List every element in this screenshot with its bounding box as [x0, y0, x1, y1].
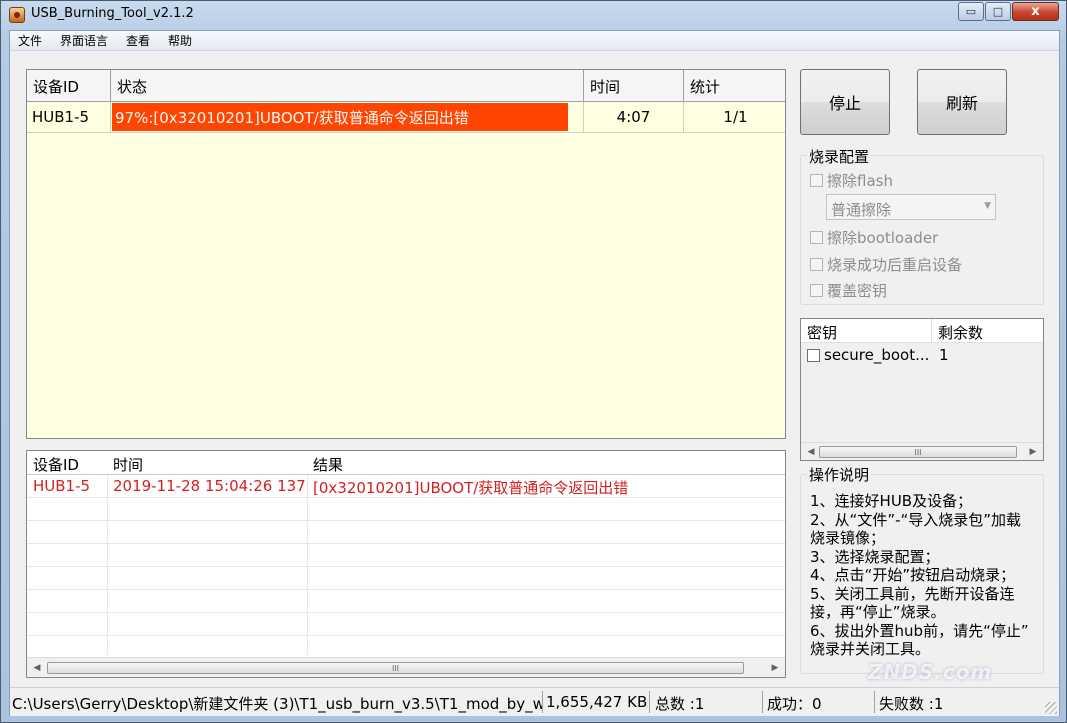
- instruction-line: 接，再“停止”烧录。: [810, 603, 946, 621]
- maximize-button[interactable]: □: [985, 2, 1011, 21]
- title-bar[interactable]: USB_Burning_Tool_v2.1.2 ▭ □ x: [1, 1, 1066, 30]
- keys-horizontal-scrollbar[interactable]: ◀ III ▶: [801, 442, 1043, 460]
- window-title: USB_Burning_Tool_v2.1.2: [31, 6, 194, 21]
- device-row[interactable]: HUB1-5 97%:[0x32010201]UBOOT/获取普通命令返回出错 …: [27, 102, 785, 133]
- erase-mode-select[interactable]: 普通擦除 ▼: [826, 194, 996, 220]
- package-size: 1,655,427 KB: [546, 691, 650, 713]
- log-row-empty: [27, 567, 785, 590]
- menu-view[interactable]: 查看: [124, 32, 152, 49]
- grid-header: 设备ID 状态 时间 统计: [27, 70, 785, 102]
- menu-language[interactable]: 界面语言: [58, 32, 110, 49]
- header-stats[interactable]: 统计: [684, 70, 787, 101]
- client-area: 文件 界面语言 查看 帮助 设备ID 状态 时间 统计 HUB1-5 97%:[…: [9, 30, 1060, 716]
- time-cell: 4:07: [584, 102, 684, 132]
- erase-bootloader-label: 擦除bootloader: [827, 229, 939, 247]
- status-bar: C:\Users\Gerry\Desktop\新建文件夹 (3)\T1_usb_…: [10, 687, 1059, 716]
- log-horizontal-scrollbar[interactable]: ◀ III ▶: [27, 657, 785, 677]
- stats-cell: 1/1: [723, 108, 748, 126]
- close-button[interactable]: x: [1012, 2, 1059, 21]
- erase-flash-label: 擦除flash: [827, 172, 893, 190]
- erase-bootloader-option[interactable]: 擦除bootloader: [810, 227, 938, 248]
- scroll-thumb[interactable]: III: [47, 662, 744, 674]
- status-cell: 97%:[0x32010201]UBOOT/获取普通命令返回出错: [111, 102, 584, 132]
- overwrite-key-checkbox[interactable]: [810, 284, 823, 297]
- log-row-empty: [27, 636, 785, 659]
- log-device-id: HUB1-5: [33, 477, 91, 495]
- overwrite-key-label: 覆盖密钥: [827, 282, 888, 300]
- scroll-thumb[interactable]: III: [819, 446, 1017, 458]
- log-header-time[interactable]: 时间: [113, 454, 143, 475]
- log-row-empty: [27, 498, 785, 521]
- erase-bootloader-checkbox[interactable]: [810, 231, 823, 244]
- log-time: 2019-11-28 15:04:26 137: [113, 477, 306, 495]
- status-progress-fill: 97%:[0x32010201]UBOOT/获取普通命令返回出错: [112, 103, 568, 131]
- stop-button[interactable]: 停止: [800, 69, 890, 135]
- column-divider: [931, 319, 932, 343]
- fail-count: 失败数 :1: [879, 695, 944, 713]
- reboot-after-checkbox[interactable]: [810, 258, 823, 271]
- app-window: USB_Burning_Tool_v2.1.2 ▭ □ x 文件 界面语言 查看…: [0, 0, 1067, 723]
- log-row-empty: [27, 544, 785, 567]
- refresh-button[interactable]: 刷新: [917, 69, 1007, 135]
- header-device-id[interactable]: 设备ID: [27, 70, 111, 101]
- app-icon: [9, 7, 25, 23]
- chevron-down-icon: ▼: [984, 201, 991, 211]
- scroll-right-icon[interactable]: ▶: [767, 660, 783, 676]
- scroll-right-icon[interactable]: ▶: [1025, 444, 1041, 460]
- log-header-result[interactable]: 结果: [313, 454, 343, 475]
- instruction-line: 1、连接好HUB及设备；: [810, 492, 973, 510]
- scroll-left-icon[interactable]: ◀: [803, 444, 819, 460]
- reboot-after-label: 烧录成功后重启设备: [827, 256, 963, 274]
- device-id-cell: HUB1-5: [27, 102, 111, 132]
- key-checkbox[interactable]: [807, 349, 820, 362]
- menu-bar: 文件 界面语言 查看 帮助: [10, 31, 1059, 51]
- instruction-line: 烧录并关闭工具。: [810, 640, 931, 658]
- key-remaining: 1: [939, 346, 949, 364]
- key-name: secure_boot...: [824, 346, 930, 364]
- menu-help[interactable]: 帮助: [166, 32, 194, 49]
- keys-header: 密钥 剩余数: [801, 319, 1043, 343]
- erase-flash-option[interactable]: 擦除flash: [810, 170, 893, 191]
- total-count: 总数 :1: [655, 691, 763, 713]
- key-row[interactable]: secure_boot... 1: [801, 346, 1043, 368]
- keys-list[interactable]: 密钥 剩余数 secure_boot... 1 ◀ III ▶: [800, 318, 1044, 461]
- header-status[interactable]: 状态: [111, 70, 584, 101]
- instruction-line: 烧录镜像；: [810, 529, 886, 547]
- minimize-button[interactable]: ▭: [958, 2, 984, 21]
- log-row[interactable]: HUB1-5 2019-11-28 15:04:26 137 [0x320102…: [27, 475, 785, 498]
- log-grid[interactable]: 设备ID 时间 结果 HUB1-5 2019-11-28 15:04:26 13…: [26, 450, 786, 678]
- log-header-device-id[interactable]: 设备ID: [33, 454, 79, 475]
- log-result: [0x32010201]UBOOT/获取普通命令返回出错: [313, 479, 629, 497]
- instruction-line: 4、点击“开始”按钮启动烧录；: [810, 566, 1016, 584]
- log-row-empty: [27, 613, 785, 636]
- reboot-after-option[interactable]: 烧录成功后重启设备: [810, 254, 962, 275]
- menu-file[interactable]: 文件: [16, 32, 44, 49]
- keys-header-key[interactable]: 密钥: [807, 322, 837, 343]
- instructions-box: 1、连接好HUB及设备； 2、从“文件”-“导入烧录包”加载 烧录镜像； 3、选…: [800, 476, 1044, 676]
- resize-grip[interactable]: [1045, 702, 1057, 714]
- package-path: C:\Users\Gerry\Desktop\新建文件夹 (3)\T1_usb_…: [12, 691, 543, 713]
- erase-mode-value: 普通擦除: [831, 201, 892, 219]
- header-time[interactable]: 时间: [584, 70, 684, 101]
- log-row-empty: [27, 521, 785, 544]
- watermark-logo: ZNDS.com: [868, 660, 993, 684]
- device-status-grid[interactable]: 设备ID 状态 时间 统计 HUB1-5 97%:[0x32010201]UBO…: [26, 69, 786, 439]
- log-row-empty: [27, 590, 785, 613]
- success-count: 成功：0: [767, 691, 875, 713]
- overwrite-key-option[interactable]: 覆盖密钥: [810, 280, 887, 301]
- keys-header-remaining[interactable]: 剩余数: [938, 322, 983, 343]
- erase-flash-checkbox[interactable]: [810, 174, 823, 187]
- log-header: 设备ID 时间 结果: [27, 451, 785, 475]
- scroll-left-icon[interactable]: ◀: [29, 660, 45, 676]
- burn-config-title: 烧录配置: [807, 146, 872, 167]
